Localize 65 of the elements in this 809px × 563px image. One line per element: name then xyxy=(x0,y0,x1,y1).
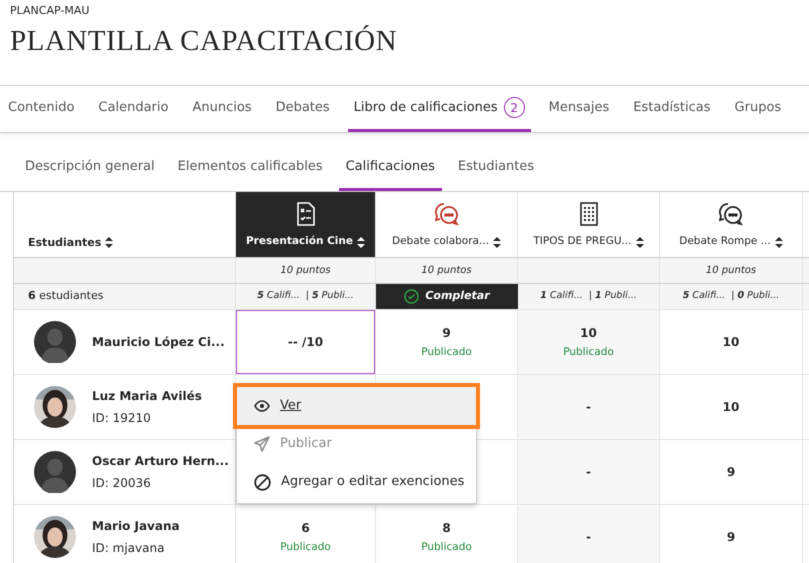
check-circle-icon xyxy=(404,289,420,304)
sub-tab[interactable]: Descripción general xyxy=(18,145,162,191)
published-count: | 5 Publi... xyxy=(306,289,354,304)
checklist-document-icon xyxy=(296,202,316,226)
nav-tab[interactable]: Grupos xyxy=(728,86,788,132)
student-id: ID: 19210 xyxy=(92,410,152,427)
sort-icon[interactable] xyxy=(774,236,783,248)
count-badge: 2 xyxy=(504,97,525,118)
nav-tab[interactable]: Libro de calificaciones 2 xyxy=(348,86,531,132)
menu-item[interactable]: Agregar o editar exenciones xyxy=(237,463,476,501)
course-title: PLANTILLA CAPACITACIÓN xyxy=(10,27,398,56)
eye-icon xyxy=(254,400,270,412)
paper-plane-icon xyxy=(254,436,270,452)
nav-tab[interactable]: Calendario xyxy=(92,86,174,132)
student-id: ID: 20036 xyxy=(92,475,152,492)
nav-tab[interactable]: Debates xyxy=(270,86,336,132)
grade-cell[interactable]: 10 xyxy=(660,310,802,374)
sort-icon[interactable] xyxy=(492,236,501,248)
avatar-icon xyxy=(34,321,76,363)
student-name[interactable]: Mario Javana xyxy=(92,517,180,535)
grade-cell[interactable]: 6 Publicado xyxy=(236,505,375,563)
course-code: PLANCAP-MAU xyxy=(10,5,90,16)
sort-icon[interactable] xyxy=(636,236,644,248)
status-label: Publicado xyxy=(421,344,472,360)
grade-cell[interactable]: 10 xyxy=(660,375,802,439)
status-label: Publicado xyxy=(280,540,331,555)
sub-tab[interactable]: Estudiantes xyxy=(450,145,542,191)
complete-button[interactable]: Completar xyxy=(376,284,518,309)
grade-cell[interactable]: -- /10 xyxy=(236,310,375,374)
status-label: Publicado xyxy=(563,344,614,360)
points-label: 10 puntos xyxy=(421,264,472,278)
menu-item[interactable]: Ver xyxy=(237,387,476,425)
grade-cell[interactable]: - xyxy=(518,440,659,504)
column-header[interactable]: Presentación Cine xyxy=(236,192,376,257)
sort-icon[interactable] xyxy=(357,236,365,248)
nav-tab[interactable]: Mensajes xyxy=(542,86,616,132)
nav-tab[interactable]: Anuncios xyxy=(186,86,258,132)
graded-count: 1 Califi... xyxy=(540,289,583,304)
nav-tab[interactable]: Contenido xyxy=(2,86,80,132)
sort-icon[interactable] xyxy=(105,237,114,248)
grade-cell[interactable]: 9 Publicado xyxy=(376,310,517,374)
status-label: Publicado xyxy=(421,540,472,555)
grade-cell[interactable]: 8 Publicado xyxy=(376,505,517,563)
student-name[interactable]: Oscar Arturo Hern... xyxy=(92,452,229,470)
grade-cell[interactable]: - xyxy=(518,375,659,439)
grade-cell[interactable]: 9 xyxy=(660,440,802,504)
calculator-icon xyxy=(578,202,598,226)
student-count: 6 estudiantes xyxy=(28,288,104,304)
graded-count: 5 Califi... xyxy=(682,289,726,304)
grade-cell[interactable]: 9 xyxy=(660,505,802,563)
student-id: ID: mjavana xyxy=(92,540,166,557)
column-header[interactable]: Estudiantes xyxy=(28,234,114,251)
student-name[interactable]: Luz Maria Avilés xyxy=(92,387,202,405)
grade-cell[interactable]: 10 Publicado xyxy=(518,310,659,374)
published-count: | 1 Publi... xyxy=(588,289,637,304)
sub-tab[interactable]: Elementos calificables xyxy=(170,145,330,191)
student-name[interactable]: Mauricio López Ci... xyxy=(92,333,225,351)
prohibited-icon xyxy=(254,474,271,490)
points-label: 10 puntos xyxy=(706,264,756,278)
graded-count: 5 Califi... xyxy=(257,289,300,304)
nav-tab[interactable]: Estadísticas xyxy=(627,86,717,132)
grade-cell[interactable]: - xyxy=(518,505,659,563)
published-count: | 0 Publi... xyxy=(731,289,780,304)
avatar-icon xyxy=(34,451,76,493)
points-label: 10 puntos xyxy=(280,264,331,278)
